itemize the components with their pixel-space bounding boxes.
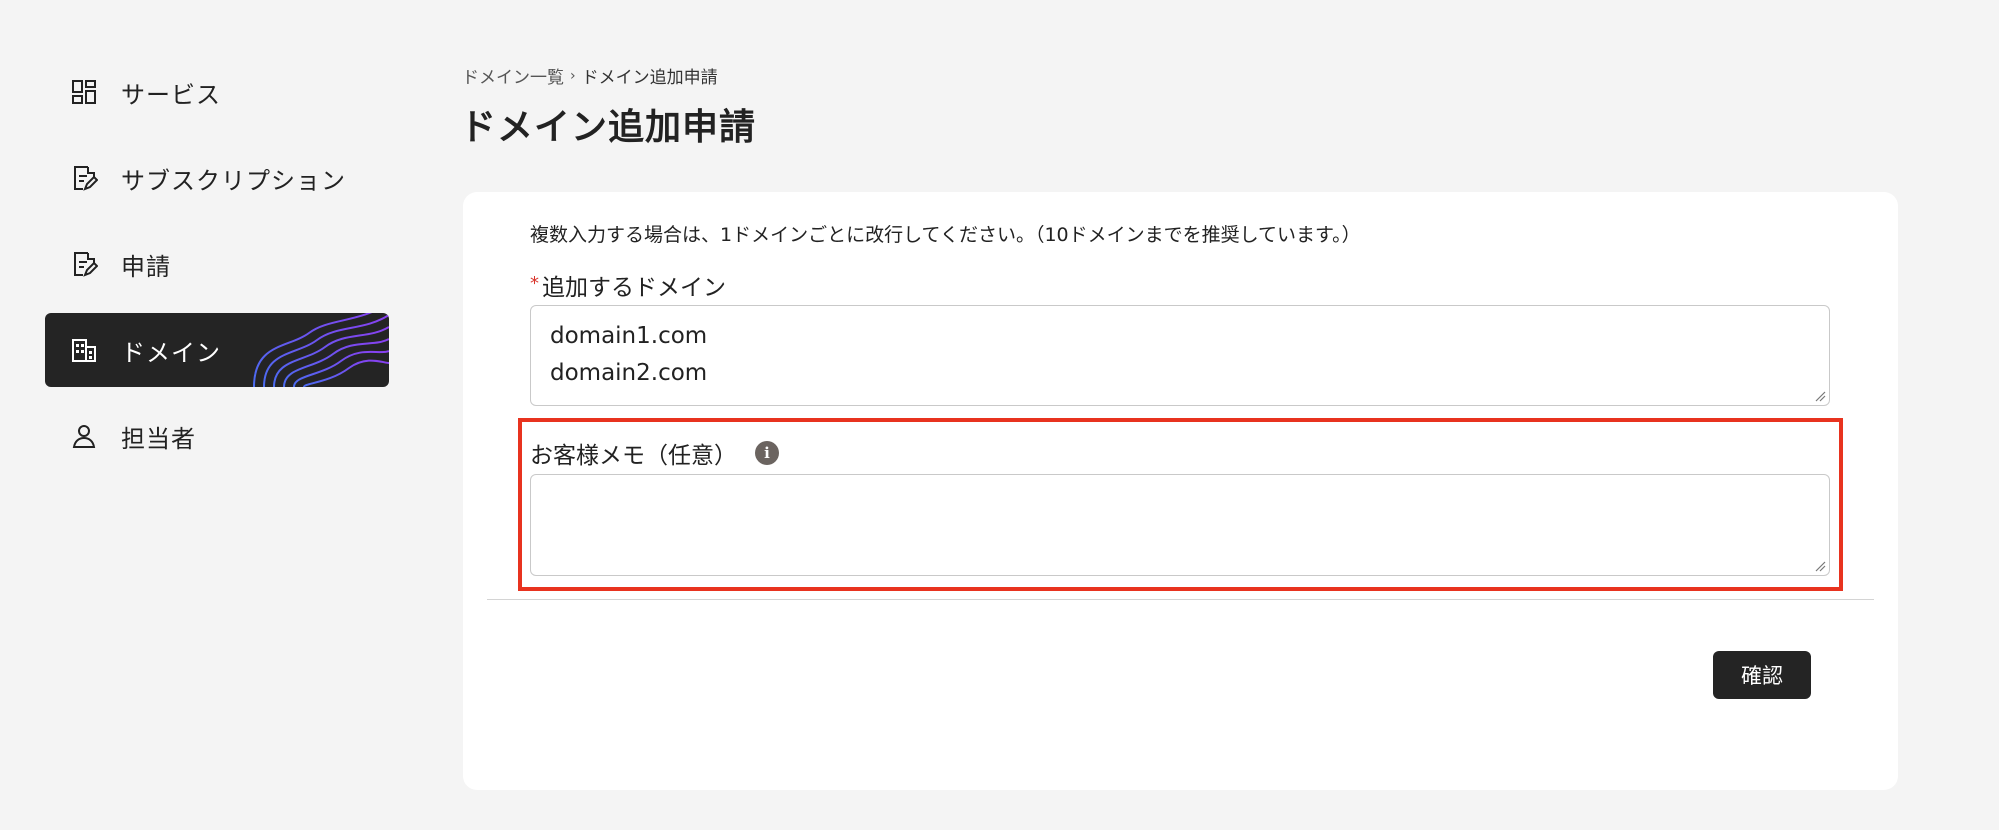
dashboard-grid-icon <box>67 75 101 109</box>
domains-label-text: 追加するドメイン <box>542 275 726 301</box>
sidebar-item-contacts[interactable]: 担当者 <box>45 399 389 473</box>
breadcrumb-current: ドメイン追加申請 <box>581 68 718 88</box>
domains-label: * 追加するドメイン <box>530 268 726 302</box>
memo-label: お客様メモ（任意） i <box>530 436 779 470</box>
breadcrumb: ドメイン一覧 › ドメイン追加申請 <box>462 63 718 89</box>
page-title: ドメイン追加申請 <box>460 107 757 148</box>
sidebar-item-label: サブスクリプション <box>121 166 346 195</box>
wave-decoration-icon <box>253 313 389 387</box>
sidebar: サービス サブスクリプション 申請 ドメイン 担当者 <box>45 55 389 485</box>
resize-handle-icon[interactable] <box>1814 560 1826 572</box>
resize-handle-icon[interactable] <box>1814 390 1826 402</box>
document-edit-icon <box>67 247 101 281</box>
memo-label-text: お客様メモ（任意） <box>530 443 737 469</box>
chevron-right-icon: › <box>570 67 576 84</box>
sidebar-item-label: サービス <box>121 80 221 109</box>
sidebar-item-label: 担当者 <box>121 424 196 453</box>
divider <box>487 599 1874 600</box>
sidebar-item-label: 申請 <box>121 252 171 281</box>
sidebar-item-subscriptions[interactable]: サブスクリプション <box>45 141 389 215</box>
info-icon[interactable]: i <box>755 441 779 465</box>
domain-line: domain1.com <box>550 323 708 349</box>
document-edit-icon <box>67 161 101 195</box>
sidebar-item-applications[interactable]: 申請 <box>45 227 389 301</box>
breadcrumb-parent-link[interactable]: ドメイン一覧 <box>462 63 564 88</box>
person-icon <box>67 419 101 453</box>
memo-textarea[interactable] <box>530 474 1830 576</box>
form-hint: 複数入力する場合は、1ドメインごとに改行してください。（10ドメインまでを推奨し… <box>530 224 1361 246</box>
domains-textarea[interactable]: domain1.com domain2.com <box>530 305 1830 406</box>
sidebar-item-label: ドメイン <box>121 338 221 367</box>
sidebar-item-services[interactable]: サービス <box>45 55 389 129</box>
sidebar-item-domains[interactable]: ドメイン <box>45 313 389 387</box>
confirm-button[interactable]: 確認 <box>1713 651 1811 699</box>
domain-line: domain2.com <box>550 360 708 386</box>
building-icon <box>67 333 101 367</box>
required-mark: * <box>530 272 539 294</box>
form-card: 複数入力する場合は、1ドメインごとに改行してください。（10ドメインまでを推奨し… <box>463 192 1898 790</box>
